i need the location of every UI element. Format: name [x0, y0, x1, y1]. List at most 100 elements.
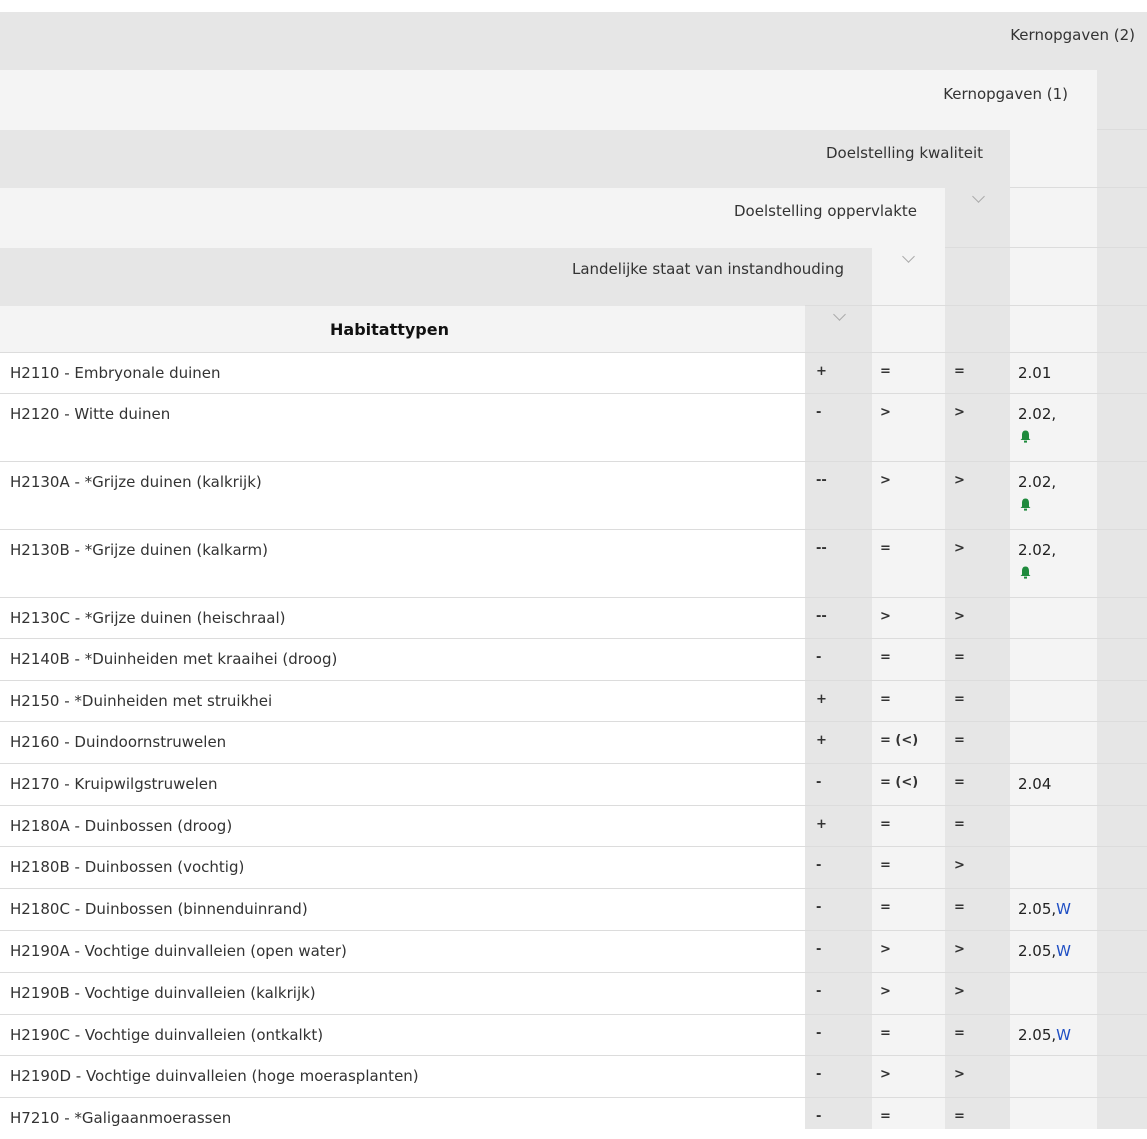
header-kernopgaven-1-label: Kernopgaven (1): [943, 85, 1068, 103]
doelstelling-oppervlakte-value: =: [880, 650, 891, 665]
kernopgaven-number: 2.02,: [1018, 405, 1057, 423]
header-landelijke-staat-label: Landelijke staat van instandhouding: [571, 260, 844, 278]
doelstelling-oppervlakte-value: =: [880, 692, 891, 707]
doelstelling-kwaliteit-value: >: [954, 609, 965, 624]
table-row[interactable]: H2150 - *Duinheiden met struikhei + = =: [0, 680, 1147, 721]
kernopgaven-number: 2.05,: [1018, 900, 1057, 918]
table-row[interactable]: H2130A - *Grijze duinen (kalkrijk) -- > >2.…: [0, 461, 1147, 529]
table-row[interactable]: H2180A - Duinbossen (droog) + = =: [0, 805, 1147, 846]
table-row[interactable]: H2160 - Duindoornstruwelen + = (<) =: [0, 721, 1147, 763]
kernopgave-w-link[interactable]: W: [1056, 1026, 1071, 1044]
kernopgave-w-link[interactable]: W: [1056, 942, 1071, 960]
kernopgaven-value: 2.02,: [1018, 541, 1056, 559]
habitat-name: H2150 - *Duinheiden met struikhei: [10, 692, 273, 710]
habitat-name: H2190B - Vochtige duinvalleien (kalkrijk…: [10, 984, 316, 1002]
kernopgaven-value: 2.05,W: [1018, 942, 1071, 960]
table-row[interactable]: H2130C - *Grijze duinen (heischraal) -- > >: [0, 597, 1147, 638]
doelstelling-kwaliteit-value: =: [954, 1026, 965, 1041]
table-row[interactable]: H2120 - Witte duinen - > >2.02,: [0, 393, 1147, 461]
table-row[interactable]: H2180B - Duinbossen (vochtig) - = >: [0, 846, 1147, 888]
table-row[interactable]: H2180C - Duinbossen (binnenduinrand) - = = 2…: [0, 888, 1147, 930]
table-row[interactable]: H2190B - Vochtige duinvalleien (kalkrijk…: [0, 972, 1147, 1014]
landelijke-staat-value: +: [816, 364, 827, 379]
landelijke-staat-value: -: [816, 942, 822, 957]
kernopgaven-number: 2.05,: [1018, 942, 1057, 960]
landelijke-staat-value: -: [816, 650, 822, 665]
doelstelling-oppervlakte-value: =: [880, 1109, 891, 1124]
kernopgaven-value: 2.02,: [1018, 473, 1056, 491]
table-row[interactable]: H2170 - Kruipwilgstruwelen - = (<) = 2.04: [0, 763, 1147, 805]
habitat-name: H2130A - *Grijze duinen (kalkrijk): [10, 473, 262, 491]
header-habitattypen-label: Habitattypen: [330, 320, 449, 339]
header-kernopgaven-2[interactable]: Kernopgaven (2): [0, 12, 1147, 70]
doelstelling-kwaliteit-value: =: [954, 817, 965, 832]
doelstelling-kwaliteit-value: >: [954, 473, 965, 488]
landelijke-staat-value: --: [816, 609, 827, 624]
habitat-name: H2170 - Kruipwilgstruwelen: [10, 775, 218, 793]
landelijke-staat-value: +: [816, 692, 827, 707]
landelijke-staat-value: -: [816, 1109, 822, 1124]
doelstelling-kwaliteit-value: >: [954, 984, 965, 999]
doelstelling-oppervlakte-value: = (<): [880, 733, 919, 748]
landelijke-staat-value: +: [816, 733, 827, 748]
doelstelling-oppervlakte-value: >: [880, 984, 891, 999]
header-kernopgaven-2-label: Kernopgaven (2): [1010, 26, 1135, 44]
doelstelling-oppervlakte-value: = (<): [880, 775, 919, 790]
doelstelling-oppervlakte-value: =: [880, 1026, 891, 1041]
habitat-name: H2160 - Duindoornstruwelen: [10, 733, 227, 751]
doelstelling-kwaliteit-value: =: [954, 1109, 965, 1124]
habitat-name: H2180B - Duinbossen (vochtig): [10, 858, 245, 876]
habitat-name: H2190A - Vochtige duinvalleien (open wat…: [10, 942, 347, 960]
landelijke-staat-value: -: [816, 405, 822, 420]
bell-icon[interactable]: [1020, 497, 1031, 511]
doelstelling-kwaliteit-value: >: [954, 541, 965, 556]
kernopgaven-value: 2.05,W: [1018, 1026, 1071, 1044]
habitat-name: H2180A - Duinbossen (droog): [10, 817, 233, 835]
kernopgaven-value: 2.01: [1018, 364, 1051, 382]
kernopgaven-number: 2.02,: [1018, 473, 1057, 491]
landelijke-staat-value: +: [816, 817, 827, 832]
landelijke-staat-value: -: [816, 1026, 822, 1041]
bell-icon[interactable]: [1020, 429, 1031, 443]
doelstelling-oppervlakte-value: =: [880, 541, 891, 556]
table-row[interactable]: H2190C - Vochtige duinvalleien (ontkalkt…: [0, 1014, 1147, 1055]
doelstelling-kwaliteit-value: =: [954, 900, 965, 915]
kernopgaven-number: 2.04: [1018, 775, 1052, 793]
habitat-name: H2110 - Embryonale duinen: [10, 364, 221, 382]
kernopgaven-number: 2.01: [1018, 364, 1052, 382]
landelijke-staat-value: -: [816, 900, 822, 915]
doelstelling-kwaliteit-value: =: [954, 364, 965, 379]
doelstelling-oppervlakte-value: =: [880, 364, 891, 379]
kernopgave-w-link[interactable]: W: [1056, 900, 1071, 918]
table-row[interactable]: H2110 - Embryonale duinen + = = 2.01: [0, 352, 1147, 393]
table-row[interactable]: H2190D - Vochtige duinvalleien (hoge moe…: [0, 1055, 1147, 1097]
header-kernopgaven-1[interactable]: Kernopgaven (1): [0, 70, 1097, 130]
landelijke-staat-value: -: [816, 1067, 822, 1082]
kernopgaven-value: 2.05,W: [1018, 900, 1071, 918]
header-landelijke-staat[interactable]: Landelijke staat van instandhouding: [0, 248, 872, 306]
table-row[interactable]: H7210 - *Galigaanmoerassen - = =: [0, 1097, 1147, 1139]
header-doelstelling-kwaliteit[interactable]: Doelstelling kwaliteit: [0, 130, 1010, 188]
doelstelling-kwaliteit-value: >: [954, 942, 965, 957]
table-row[interactable]: H2130B - *Grijze duinen (kalkarm) -- = >2.0…: [0, 529, 1147, 597]
header-doelstelling-oppervlakte[interactable]: Doelstelling oppervlakte: [0, 188, 945, 248]
doelstelling-oppervlakte-value: >: [880, 473, 891, 488]
landelijke-staat-value: -: [816, 775, 822, 790]
header-habitattypen[interactable]: Habitattypen: [0, 306, 805, 352]
header-doelstelling-kwaliteit-label: Doelstelling kwaliteit: [826, 144, 983, 162]
doelstelling-oppervlakte-value: =: [880, 817, 891, 832]
doelstelling-kwaliteit-value: >: [954, 405, 965, 420]
table-row[interactable]: H2140B - *Duinheiden met kraaihei (droog…: [0, 638, 1147, 680]
habitat-name: H2130B - *Grijze duinen (kalkarm): [10, 541, 269, 559]
doelstelling-kwaliteit-value: =: [954, 733, 965, 748]
table-row[interactable]: H2190A - Vochtige duinvalleien (open wat…: [0, 930, 1147, 972]
landelijke-staat-value: -: [816, 984, 822, 999]
doelstelling-oppervlakte-value: >: [880, 405, 891, 420]
habitat-name: H2140B - *Duinheiden met kraaihei (droog…: [10, 650, 338, 668]
doelstelling-oppervlakte-value: >: [880, 1067, 891, 1082]
landelijke-staat-value: --: [816, 541, 827, 556]
doelstelling-kwaliteit-value: >: [954, 858, 965, 873]
landelijke-staat-value: -: [816, 858, 822, 873]
bell-icon[interactable]: [1020, 565, 1031, 579]
doelstelling-kwaliteit-value: =: [954, 650, 965, 665]
